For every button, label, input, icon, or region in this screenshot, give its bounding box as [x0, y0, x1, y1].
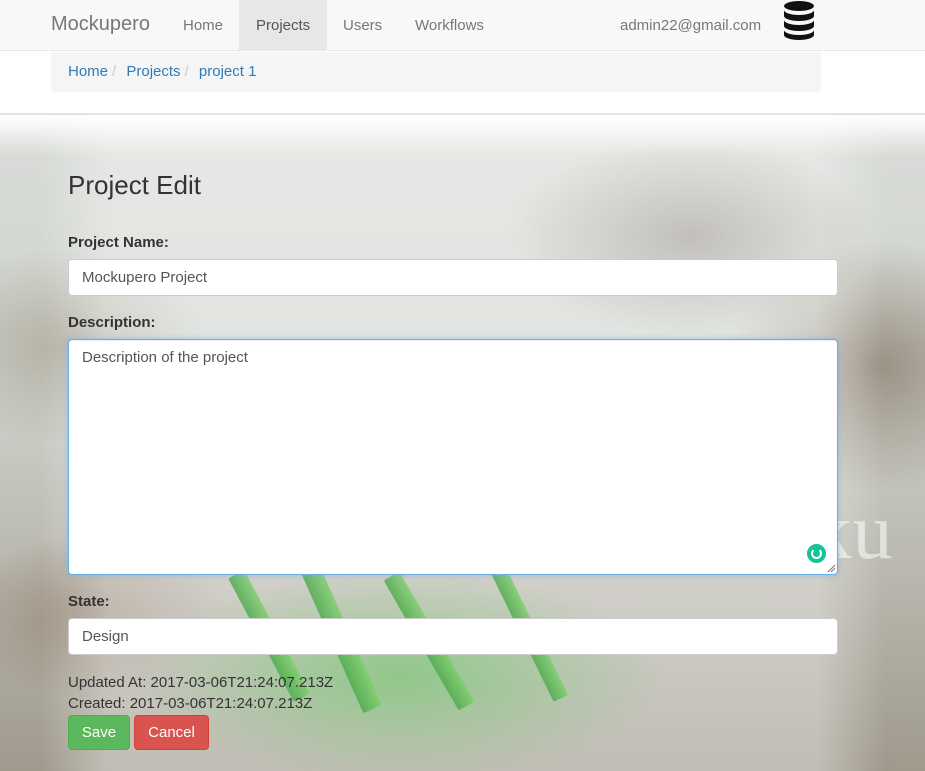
state-label: State: [68, 593, 110, 610]
description-label: Description: [68, 314, 156, 331]
database-icon[interactable] [781, 0, 817, 40]
project-name-input[interactable]: Mockupero Project [68, 259, 838, 296]
user-email[interactable]: admin22@gmail.com [620, 0, 761, 51]
top-navbar: Mockupero Home Projects Users Workflows … [0, 0, 925, 51]
nav-projects[interactable]: Projects [239, 0, 328, 51]
resize-handle-icon[interactable] [826, 563, 836, 573]
save-button[interactable]: Save [68, 715, 130, 750]
updated-at-text: Updated At: 2017-03-06T21:24:07.213Z [68, 674, 334, 691]
breadcrumb-projects[interactable]: Projects [126, 63, 180, 80]
grammarly-icon[interactable] [805, 542, 828, 565]
description-textarea[interactable]: Description of the project [68, 339, 838, 575]
brand-logo[interactable]: Mockupero [51, 13, 150, 36]
breadcrumb-current: project 1 [198, 63, 257, 80]
background-fade [0, 116, 925, 156]
breadcrumb-separator: / [112, 63, 117, 80]
page-title: Project Edit [68, 170, 201, 200]
project-name-label: Project Name: [68, 234, 169, 251]
state-input[interactable]: Design [68, 618, 838, 655]
breadcrumb-home[interactable]: Home [68, 63, 108, 80]
nav-home[interactable]: Home [166, 0, 240, 51]
nav-users[interactable]: Users [326, 0, 399, 51]
breadcrumb: Home / Projects / project 1 [51, 52, 821, 92]
breadcrumb-separator: / [184, 63, 189, 80]
nav-workflows[interactable]: Workflows [398, 0, 501, 51]
created-text: Created: 2017-03-06T21:24:07.213Z [68, 695, 313, 712]
cancel-button[interactable]: Cancel [134, 715, 209, 750]
